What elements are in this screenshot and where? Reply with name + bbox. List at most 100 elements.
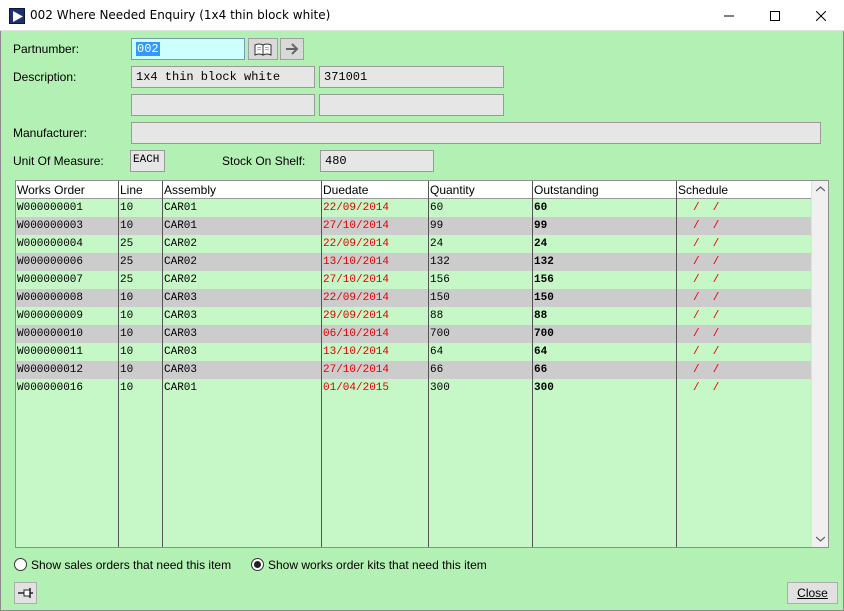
partnumber-input[interactable]: 002 [131, 38, 245, 60]
col-duedate[interactable]: Duedate [323, 183, 368, 197]
col-outstanding[interactable]: Outstanding [534, 183, 599, 197]
duedate-cell: 27/10/2014 [323, 220, 390, 232]
minimize-button[interactable] [706, 0, 752, 31]
book-icon [254, 43, 272, 56]
works-order-kits-label[interactable]: Show works order kits that need this ite… [268, 558, 487, 572]
description-code-field[interactable]: 371001 [319, 66, 504, 88]
description-extra-field-1[interactable] [131, 94, 315, 116]
line-cell: 10 [120, 382, 134, 394]
vertical-scrollbar[interactable] [811, 181, 828, 547]
manufacturer-field[interactable] [131, 122, 821, 144]
works-order-cell: W000000010 [17, 328, 84, 340]
window-title: 002 Where Needed Enquiry (1x4 thin block… [30, 8, 331, 22]
col-schedule[interactable]: Schedule [678, 183, 728, 197]
schedule-cell: / / [693, 238, 720, 250]
col-divider [118, 181, 119, 547]
sales-orders-label[interactable]: Show sales orders that need this item [31, 558, 231, 572]
works-order-cell: W000000012 [17, 364, 84, 376]
table-row[interactable]: W000000004 25 CAR02 22/09/2014 24 24 / / [16, 235, 811, 253]
schedule-cell: / / [693, 274, 720, 286]
line-cell: 10 [120, 364, 134, 376]
duedate-cell: 13/10/2014 [323, 256, 390, 268]
close-icon [816, 10, 826, 21]
schedule-cell: / / [693, 382, 720, 394]
uom-field[interactable]: EACH [130, 150, 165, 172]
schedule-cell: / / [693, 346, 720, 358]
col-works-order[interactable]: Works Order [17, 183, 85, 197]
outstanding-cell: 150 [534, 292, 554, 304]
works-order-cell: W000000008 [17, 292, 84, 304]
works-order-cell: W000000009 [17, 310, 84, 322]
schedule-cell: / / [693, 364, 720, 376]
schedule-cell: / / [693, 292, 720, 304]
grid-header: Works Order Line Assembly Duedate Quanti… [16, 181, 811, 199]
line-cell: 25 [120, 238, 134, 250]
quantity-cell: 24 [430, 238, 444, 250]
duedate-cell: 29/09/2014 [323, 310, 390, 322]
outstanding-cell: 66 [534, 364, 548, 376]
col-line[interactable]: Line [120, 183, 143, 197]
assembly-cell: CAR01 [164, 202, 198, 214]
assembly-cell: CAR02 [164, 238, 198, 250]
lookup-button[interactable] [248, 38, 278, 60]
maximize-icon [770, 10, 780, 21]
table-row[interactable]: W000000003 10 CAR01 27/10/2014 99 99 / / [16, 217, 811, 235]
works-order-cell: W000000006 [17, 256, 84, 268]
quantity-cell: 88 [430, 310, 444, 322]
duedate-cell: 22/09/2014 [323, 292, 390, 304]
duedate-cell: 27/10/2014 [323, 364, 390, 376]
pin-button[interactable] [14, 582, 37, 604]
table-row[interactable]: W000000012 10 CAR03 27/10/2014 66 66 / / [16, 361, 811, 379]
close-button-label: Close [797, 586, 828, 600]
client-area: Partnumber: 002 Description: 1x4 thin bl… [0, 31, 844, 611]
outstanding-cell: 156 [534, 274, 554, 286]
line-cell: 10 [120, 310, 134, 322]
app-icon[interactable] [9, 8, 25, 24]
works-order-kits-radio[interactable] [251, 558, 264, 571]
col-divider [676, 181, 677, 547]
table-row[interactable]: W000000011 10 CAR03 13/10/2014 64 64 / / [16, 343, 811, 361]
table-row[interactable]: W000000006 25 CAR02 13/10/2014 132 132 / / [16, 253, 811, 271]
duedate-cell: 06/10/2014 [323, 328, 390, 340]
line-cell: 10 [120, 292, 134, 304]
sales-orders-radio[interactable] [14, 558, 27, 571]
close-button[interactable]: Close [787, 582, 838, 604]
assembly-cell: CAR01 [164, 220, 198, 232]
schedule-cell: / / [693, 220, 720, 232]
description-extra-field-2[interactable] [319, 94, 504, 116]
partnumber-value: 002 [136, 42, 160, 56]
col-quantity[interactable]: Quantity [430, 183, 475, 197]
partnumber-label: Partnumber: [13, 42, 80, 56]
outstanding-cell: 64 [534, 346, 548, 358]
table-row[interactable]: W000000001 10 CAR01 22/09/2014 60 60 / / [16, 199, 811, 217]
line-cell: 25 [120, 256, 134, 268]
col-divider [428, 181, 429, 547]
go-button[interactable] [280, 38, 304, 60]
table-row[interactable]: W000000008 10 CAR03 22/09/2014 150 150 / / [16, 289, 811, 307]
close-window-button[interactable] [798, 0, 844, 31]
stock-field[interactable]: 480 [320, 150, 434, 172]
duedate-cell: 22/09/2014 [323, 202, 390, 214]
works-order-cell: W000000007 [17, 274, 84, 286]
maximize-button[interactable] [752, 0, 798, 31]
schedule-cell: / / [693, 310, 720, 322]
scroll-up-icon[interactable] [816, 186, 825, 192]
works-order-cell: W000000001 [17, 202, 84, 214]
works-order-grid[interactable]: Works Order Line Assembly Duedate Quanti… [15, 180, 829, 548]
description-field[interactable]: 1x4 thin block white [131, 66, 315, 88]
manufacturer-label: Manufacturer: [13, 126, 88, 140]
table-row[interactable]: W000000016 10 CAR01 01/04/2015 300 300 / / [16, 379, 811, 397]
table-row[interactable]: W000000009 10 CAR03 29/09/2014 88 88 / / [16, 307, 811, 325]
scroll-down-icon[interactable] [816, 536, 825, 542]
works-order-cell: W000000003 [17, 220, 84, 232]
table-row[interactable]: W000000010 10 CAR03 06/10/2014 700 700 / / [16, 325, 811, 343]
col-assembly[interactable]: Assembly [164, 183, 216, 197]
duedate-cell: 27/10/2014 [323, 274, 390, 286]
quantity-cell: 150 [430, 292, 450, 304]
assembly-cell: CAR03 [164, 292, 198, 304]
quantity-cell: 300 [430, 382, 450, 394]
table-row[interactable]: W000000007 25 CAR02 27/10/2014 156 156 / / [16, 271, 811, 289]
outstanding-cell: 88 [534, 310, 548, 322]
title-bar: 002 Where Needed Enquiry (1x4 thin block… [0, 0, 844, 31]
description-label: Description: [13, 70, 77, 84]
